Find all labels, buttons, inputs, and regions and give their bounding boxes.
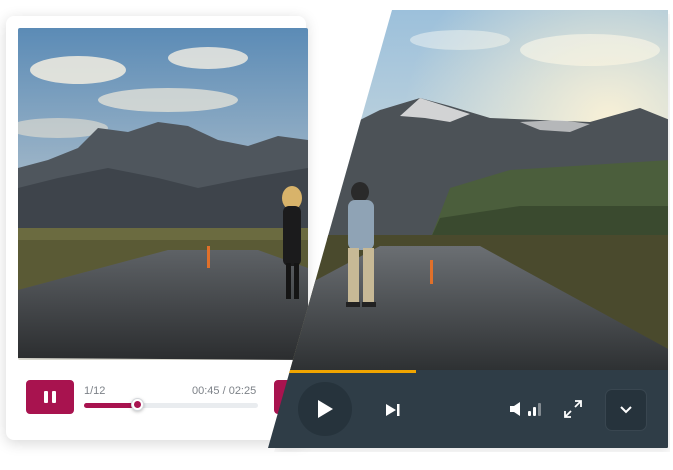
menu-button[interactable] xyxy=(606,390,646,430)
volume-level[interactable] xyxy=(528,403,541,416)
skip-next-icon xyxy=(386,404,400,416)
volume-icon xyxy=(510,402,520,416)
play-icon xyxy=(318,400,333,418)
progress-fill xyxy=(84,403,138,408)
pause-button[interactable] xyxy=(26,380,74,414)
light-control-bar: 1/12 00:45 / 02:25 xyxy=(18,372,304,428)
play-button[interactable] xyxy=(298,382,352,436)
fullscreen-button[interactable] xyxy=(562,398,584,420)
volume-bar xyxy=(533,407,536,416)
landscape-photo xyxy=(18,28,308,360)
fullscreen-icon xyxy=(564,400,582,418)
volume-button[interactable] xyxy=(506,398,526,420)
time-display: 00:45 / 02:25 xyxy=(192,385,257,397)
dark-control-bar xyxy=(268,370,668,448)
skip-next-button[interactable] xyxy=(382,400,404,420)
light-video-frame[interactable] xyxy=(18,28,308,360)
slide-counter: 1/12 xyxy=(84,385,106,397)
pause-icon xyxy=(44,391,56,403)
progress-bar[interactable] xyxy=(84,398,258,411)
progress-thumb[interactable] xyxy=(130,398,144,411)
volume-bar xyxy=(538,403,541,416)
chevron-down-icon xyxy=(620,406,632,414)
volume-bar xyxy=(528,411,531,416)
dark-video-frame[interactable] xyxy=(268,10,668,370)
landscape-photo-dark xyxy=(268,10,668,370)
